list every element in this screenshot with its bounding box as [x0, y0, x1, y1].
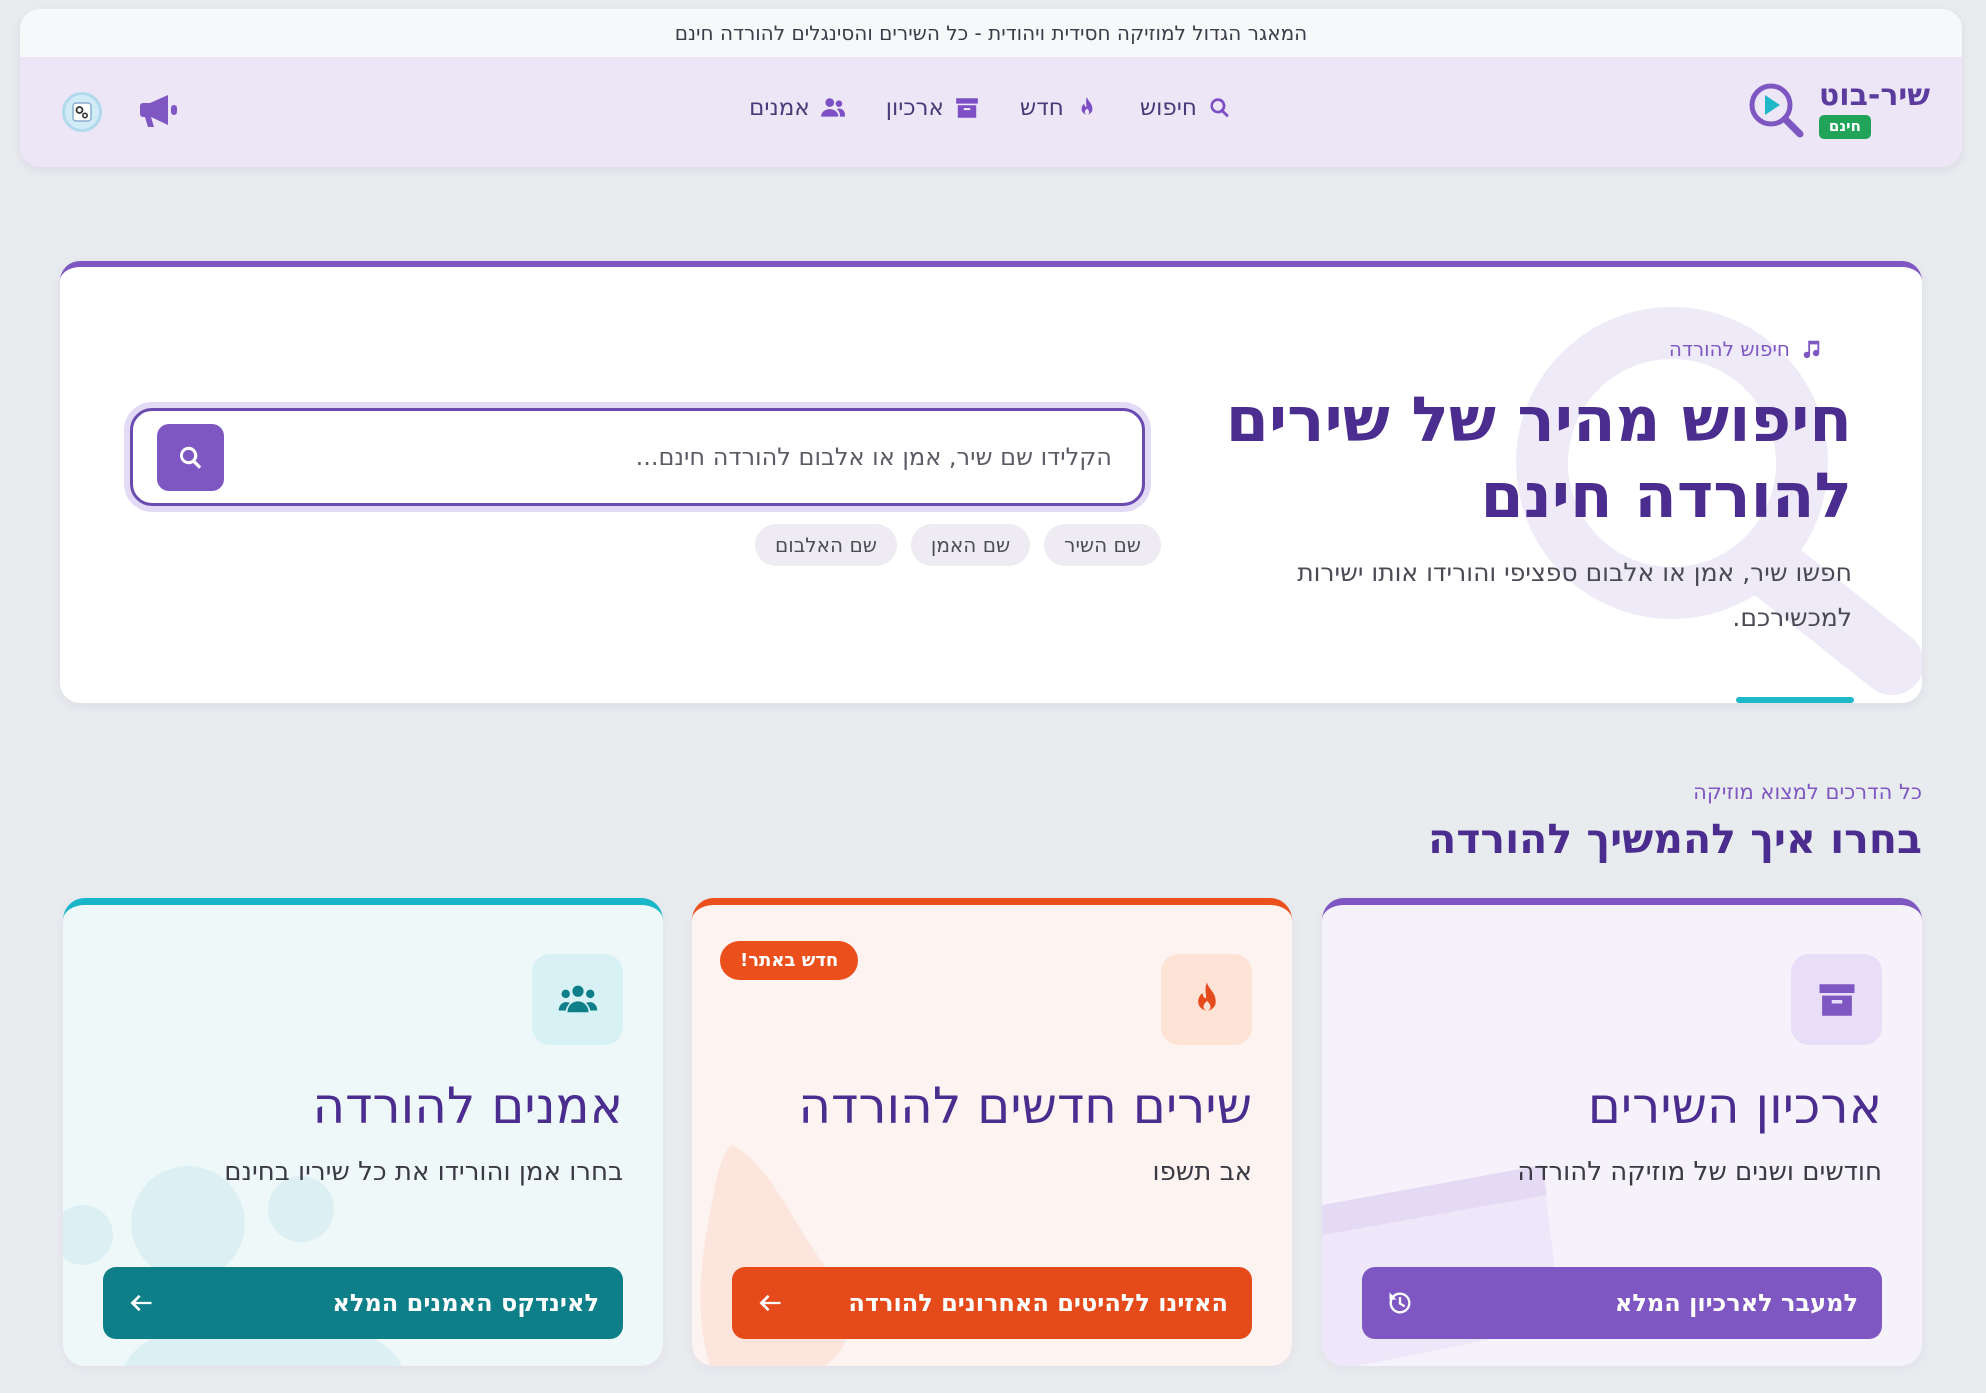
card-archive: ארכיון השירים חודשים ושנים של מוזיקה להו…	[1322, 898, 1922, 1366]
hero-title: חיפוש מהיר של שירים להורדה חינם	[1225, 383, 1852, 533]
nav-label: חדש	[1019, 95, 1064, 121]
artists-index-button[interactable]: לאינדקס האמנים המלא	[103, 1267, 623, 1339]
announcement-strip: המאגר הגדול למוזיקה חסידית ויהודית - כל …	[20, 9, 1962, 57]
arrow-left-icon	[130, 1294, 152, 1312]
chip-song-name[interactable]: שם השיר	[1044, 524, 1161, 566]
navbar: שיר-בוט חינם חיפוש חדש ארכיון אמנים	[20, 57, 1962, 167]
nav-item-artists[interactable]: אמנים	[749, 95, 846, 121]
hero-description: חפשו שיר, אמן או אלבום ספציפי והורידו או…	[1297, 558, 1852, 632]
hero-tag: חיפוש להורדה	[1669, 337, 1822, 361]
card-icon-box	[1791, 954, 1882, 1045]
card-description: בחרו אמן והורידו את כל שיריו בחינם	[224, 1157, 623, 1187]
nav-item-new[interactable]: חדש	[1020, 95, 1100, 121]
users-icon	[820, 98, 845, 117]
new-badge: חדש באתר!	[720, 941, 859, 980]
card-icon-box	[532, 954, 623, 1045]
music-note-icon	[1803, 340, 1820, 359]
card-title: אמנים להורדה	[312, 1077, 623, 1135]
fire-icon	[1081, 97, 1093, 115]
hero-tag-label: חיפוש להורדה	[1668, 337, 1790, 361]
archive-icon	[956, 98, 978, 118]
history-icon	[1389, 1292, 1411, 1314]
search-input[interactable]	[272, 411, 1112, 503]
card-description: חודשים ושנים של מוזיקה להורדה	[1517, 1157, 1882, 1187]
card-title: ארכיון השירים	[1587, 1077, 1882, 1135]
nav-label: אמנים	[749, 95, 810, 121]
card-new-songs: חדש באתר! שירים חדשים להורדה אב תשפו האז…	[692, 898, 1292, 1366]
search-icon	[1210, 98, 1229, 118]
nav-label: חיפוש	[1139, 95, 1197, 121]
chip-artist-name[interactable]: שם האמן	[910, 524, 1031, 566]
section-title: בחרו איך להמשיך להורדה	[1428, 815, 1922, 863]
site-header: המאגר הגדול למוזיקה חסידית ויהודית - כל …	[20, 9, 1962, 167]
button-label: האזינו ללהיטים האחרונים להורדה	[848, 1289, 1228, 1317]
megaphone-icon[interactable]	[138, 91, 182, 131]
card-artists: אמנים להורדה בחרו אמן והורידו את כל שירי…	[63, 898, 663, 1366]
arrow-left-icon	[759, 1294, 781, 1312]
card-title: שירים חדשים להורדה	[798, 1077, 1252, 1135]
accent-underline	[1736, 697, 1854, 703]
button-label: לאינדקס האמנים המלא	[332, 1289, 599, 1317]
main-nav: חיפוש חדש ארכיון אמנים	[20, 95, 1962, 121]
archive-button[interactable]: למעבר לארכיון המלא	[1362, 1267, 1882, 1339]
settings-toggle[interactable]	[62, 92, 102, 132]
fire-icon	[1197, 982, 1216, 1010]
search-box	[130, 408, 1145, 506]
archive-icon	[1819, 983, 1854, 1016]
new-songs-button[interactable]: האזינו ללהיטים האחרונים להורדה	[732, 1267, 1252, 1339]
search-filter-chips: שם השיר שם האמן שם האלבום	[755, 524, 1161, 566]
gear-icon	[72, 102, 92, 122]
section-subtitle: כל הדרכים למצוא מוזיקה	[1693, 780, 1922, 804]
nav-label: ארכיון	[885, 95, 944, 121]
button-label: למעבר לארכיון המלא	[1614, 1289, 1858, 1317]
search-button[interactable]	[157, 424, 224, 491]
card-icon-box	[1161, 954, 1252, 1045]
users-icon	[558, 985, 597, 1012]
nav-item-search[interactable]: חיפוש	[1140, 95, 1233, 121]
card-description: אב תשפו	[1152, 1157, 1252, 1187]
hero-search-panel: חיפוש להורדה חיפוש מהיר של שירים להורדה …	[60, 261, 1922, 703]
nav-item-archive[interactable]: ארכיון	[886, 95, 980, 121]
chip-album-name[interactable]: שם האלבום	[755, 524, 897, 566]
search-icon	[179, 446, 201, 469]
